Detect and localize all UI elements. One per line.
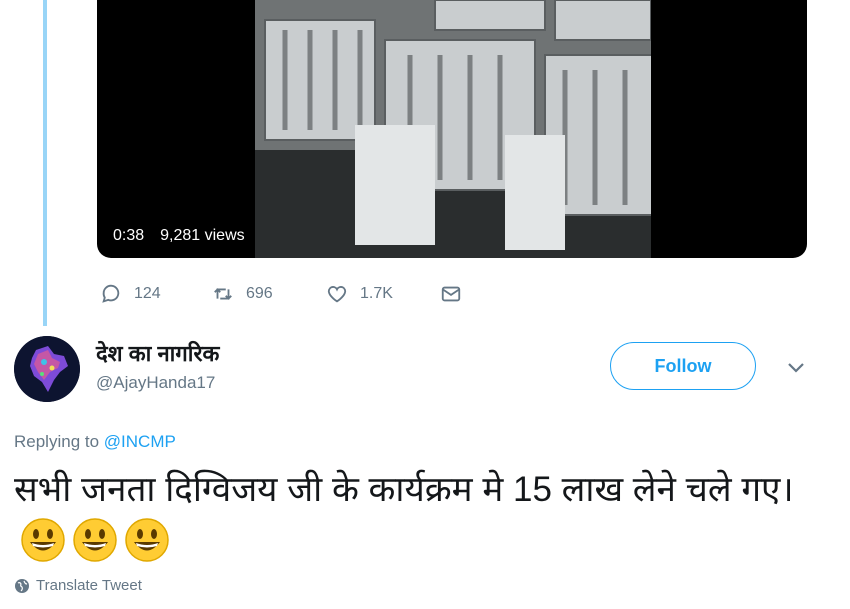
video-view-count: 9,281 views <box>154 224 251 248</box>
reply-button[interactable]: 124 <box>100 283 161 305</box>
retweet-count: 696 <box>246 285 273 302</box>
retweet-button[interactable]: 696 <box>212 283 273 305</box>
replying-mention-link[interactable]: @INCMP <box>104 432 176 451</box>
reply-count: 124 <box>134 285 161 302</box>
chevron-down-icon[interactable] <box>786 360 806 374</box>
like-icon <box>327 286 347 303</box>
like-count: 1.7K <box>360 285 393 302</box>
video-duration: 0:38 <box>107 224 151 248</box>
like-button[interactable]: 1.7K <box>326 283 393 305</box>
grinning-face-emoji <box>73 518 117 562</box>
direct-message-button[interactable] <box>440 283 462 305</box>
replying-to: Replying to @INCMP <box>14 432 176 452</box>
grinning-face-emoji <box>21 518 65 562</box>
replying-prefix: Replying to <box>14 432 100 451</box>
globe-icon <box>15 578 29 593</box>
translate-tweet-link[interactable]: Translate Tweet <box>14 577 142 594</box>
follow-button[interactable]: Follow <box>610 342 756 390</box>
avatar[interactable] <box>14 336 80 402</box>
emoji-group <box>20 517 170 563</box>
tweet-text-body: सभी जनता दिग्विजय जी के कार्यक्रम मे 15 … <box>14 470 794 509</box>
video-meta: 0:38 9,281 views <box>107 224 251 248</box>
translate-tweet-label[interactable]: Translate Tweet <box>36 577 142 594</box>
display-name[interactable]: देश का नागरिक <box>96 338 219 368</box>
thread-connector-line <box>43 0 47 326</box>
user-handle[interactable]: @AjayHanda17 <box>96 373 215 393</box>
message-icon <box>441 286 461 302</box>
reply-icon <box>102 284 120 303</box>
video-thumbnail <box>255 0 651 258</box>
tweet-text: सभी जनता दिग्विजय जी के कार्यक्रम मे 15 … <box>14 466 814 563</box>
video-player[interactable]: 0:38 9,281 views <box>97 0 807 258</box>
retweet-icon <box>214 288 232 300</box>
grinning-face-emoji <box>125 518 169 562</box>
